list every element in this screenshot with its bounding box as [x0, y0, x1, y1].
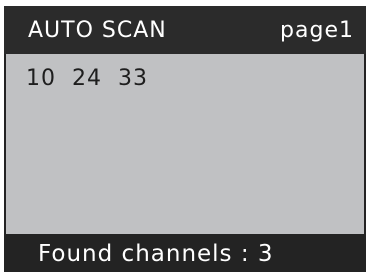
found-channels-label: Found channels	[38, 241, 233, 267]
scan-screen: AUTO SCAN page1 10 24 33 Found channels …	[4, 6, 366, 272]
header-bar: AUTO SCAN page1	[4, 6, 366, 54]
channel-list-panel: 10 24 33	[6, 54, 364, 234]
channel-item[interactable]: 24	[72, 66, 102, 92]
status-separator: :	[240, 241, 250, 267]
screen-title: AUTO SCAN	[28, 18, 167, 43]
found-channels-status: Found channels : 3	[38, 240, 274, 268]
status-bar: Found channels : 3	[4, 234, 366, 272]
found-channels-count: 3	[257, 241, 274, 267]
channel-list: 10 24 33	[26, 66, 148, 92]
page-indicator: page1	[280, 18, 354, 43]
channel-item[interactable]: 33	[118, 66, 148, 92]
channel-item[interactable]: 10	[26, 66, 56, 92]
